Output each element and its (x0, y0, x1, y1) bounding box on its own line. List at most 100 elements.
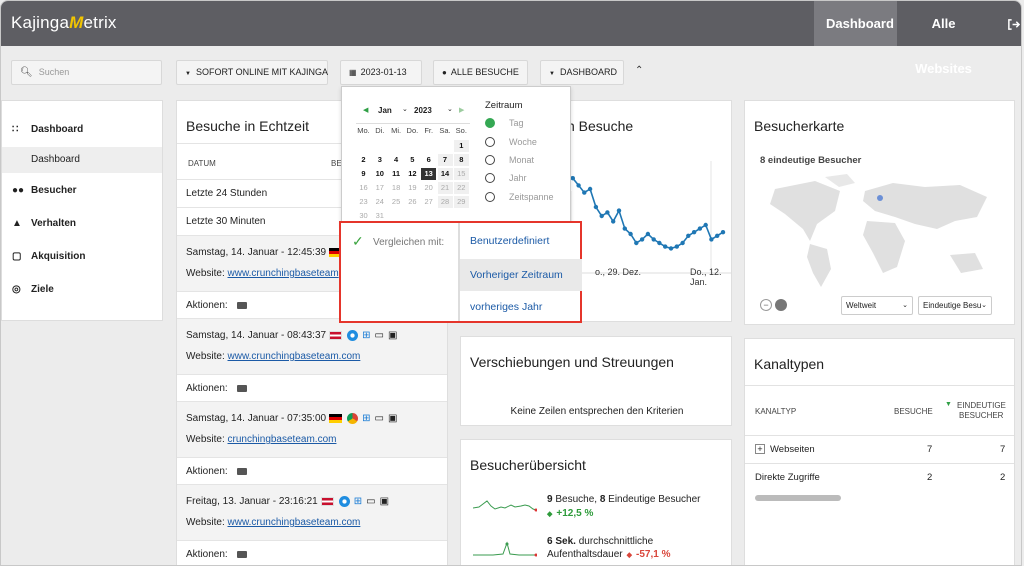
site-selector-button[interactable]: ▼ SOFORT ONLINE MIT KAJINGA (176, 60, 328, 85)
folder-icon[interactable] (236, 550, 247, 558)
logout-icon[interactable] (995, 1, 1021, 46)
nav-all-websites[interactable]: Alle Websites (897, 1, 990, 76)
calendar-day[interactable]: 6 (421, 154, 436, 166)
data-point[interactable] (715, 233, 720, 238)
data-point[interactable] (668, 246, 674, 251)
data-point[interactable] (651, 237, 656, 242)
date-selector-button[interactable]: ▦ 2023-01-13 (340, 60, 422, 85)
sort-desc-icon[interactable]: ▼ (945, 401, 952, 408)
sidebar-item-ziele[interactable]: ◎ Ziele (2, 277, 162, 303)
website-link[interactable]: crunchingbaseteam.com (228, 434, 337, 445)
calendar-day[interactable]: 2 (356, 154, 371, 166)
data-point[interactable] (639, 237, 645, 242)
data-point[interactable] (709, 237, 714, 242)
visits-summary: 9 Besuche, 8 Eindeutige Besucher (547, 494, 701, 505)
checkmark-icon[interactable]: ✓ (352, 233, 364, 250)
logo[interactable]: KajingaMetrix (11, 13, 117, 33)
globe-icon[interactable] (775, 299, 787, 311)
calendar-day[interactable]: 8 (453, 154, 469, 166)
calendar-day[interactable]: 23 (356, 196, 371, 208)
calendar-day[interactable]: 4 (389, 154, 404, 166)
website-link[interactable]: www.crunchingbaseteam.com (228, 351, 361, 362)
website-link[interactable]: www.crunchingbaseteam.com (228, 517, 361, 528)
next-month-icon[interactable]: ▶ (459, 106, 464, 114)
folder-icon[interactable] (236, 301, 247, 309)
sidebar-subitem-dashboard[interactable]: Dashboard (2, 147, 162, 173)
search-input[interactable]: 🔍︎ Suchen (11, 60, 162, 85)
calendar-day[interactable]: 1 (453, 140, 469, 152)
calendar-day[interactable]: 14 (437, 168, 453, 180)
data-point[interactable] (720, 230, 726, 235)
data-point[interactable] (576, 183, 581, 188)
calendar-day[interactable]: 27 (421, 196, 436, 208)
calendar-day[interactable]: 26 (405, 196, 420, 208)
expand-icon[interactable]: + (755, 444, 765, 454)
calendar-day[interactable]: 13 (421, 168, 437, 180)
data-point[interactable] (697, 226, 703, 231)
table-row[interactable]: Direkte Zugriffe 2 2 (745, 463, 1014, 491)
folder-icon[interactable] (236, 384, 247, 392)
data-point[interactable] (599, 213, 604, 219)
folder-icon[interactable] (236, 467, 247, 475)
compare-option-previous-year[interactable]: vorheriges Jahr (460, 291, 582, 323)
calendar-day[interactable]: 28 (437, 196, 453, 208)
data-point[interactable] (680, 240, 685, 246)
calendar-day[interactable]: 18 (389, 182, 404, 194)
month-select[interactable]: Jan (378, 106, 392, 115)
data-point[interactable] (645, 231, 651, 237)
calendar-day[interactable]: 25 (389, 196, 404, 208)
data-point[interactable] (634, 240, 639, 246)
data-point[interactable] (622, 226, 627, 231)
compare-option-previous-period[interactable]: Vorheriger Zeitraum (460, 259, 582, 291)
calendar-day[interactable]: 17 (372, 182, 387, 194)
calendar-day[interactable]: 3 (372, 154, 387, 166)
data-point[interactable] (628, 231, 633, 237)
calendar-day[interactable]: 29 (453, 196, 469, 208)
data-point[interactable] (616, 208, 622, 213)
radio-icon (485, 173, 495, 183)
data-point[interactable] (686, 233, 691, 238)
data-point[interactable] (691, 230, 697, 235)
data-point[interactable] (587, 186, 593, 192)
data-point[interactable] (605, 210, 610, 215)
dashboard-selector-button[interactable]: ▼ DASHBOARD (540, 60, 624, 85)
calendar-day[interactable]: 15 (453, 168, 469, 180)
data-point[interactable] (582, 190, 587, 195)
year-select[interactable]: 2023 (414, 106, 432, 115)
sidebar-item-dashboard[interactable]: ∷ Dashboard (2, 117, 162, 143)
calendar-day[interactable]: 20 (421, 182, 436, 194)
metric-select[interactable]: Eindeutige Besu ⌄ (918, 296, 992, 315)
calendar-day[interactable]: 16 (356, 182, 371, 194)
calendar-day[interactable]: 24 (372, 196, 387, 208)
calendar-day[interactable]: 9 (356, 168, 371, 180)
sidebar-item-akquisition[interactable]: ▢ Akquisition (2, 244, 162, 270)
calendar-day[interactable]: 7 (437, 154, 453, 166)
data-point[interactable] (611, 219, 616, 224)
nav-dashboard[interactable]: Dashboard (814, 1, 897, 46)
calendar-day[interactable]: 12 (405, 168, 420, 180)
data-point[interactable] (703, 222, 708, 228)
horizontal-scrollbar[interactable] (755, 495, 841, 501)
sidebar-item-besucher[interactable]: ●● Besucher (2, 178, 162, 204)
sidebar-item-verhalten[interactable]: ▲ Verhalten (2, 211, 162, 237)
world-map[interactable] (755, 169, 1005, 289)
region-select[interactable]: Weltweit ⌄ (841, 296, 913, 315)
data-point[interactable] (593, 204, 599, 210)
table-row[interactable]: + Webseiten 7 7 (745, 435, 1014, 463)
calendar-day[interactable]: 22 (453, 182, 469, 194)
prev-month-icon[interactable]: ◀ (363, 106, 368, 114)
data-point[interactable] (657, 240, 662, 246)
website-link[interactable]: www.crunchingbaseteam (228, 268, 339, 279)
calendar-day[interactable]: 5 (405, 154, 420, 166)
zoom-out-icon[interactable]: − (760, 299, 772, 311)
segment-selector-button[interactable]: ● ALLE BESUCHE (433, 60, 528, 85)
data-point[interactable] (570, 176, 575, 181)
calendar-day[interactable]: 10 (372, 168, 387, 180)
compare-option-custom[interactable]: Benutzerdefiniert (460, 223, 582, 259)
chevron-up-icon[interactable]: ⌃ (635, 65, 643, 76)
data-point[interactable] (674, 244, 679, 249)
calendar-day[interactable]: 19 (405, 182, 420, 194)
data-point[interactable] (663, 244, 668, 249)
calendar-day[interactable]: 11 (389, 168, 404, 180)
calendar-day[interactable]: 21 (437, 182, 453, 194)
